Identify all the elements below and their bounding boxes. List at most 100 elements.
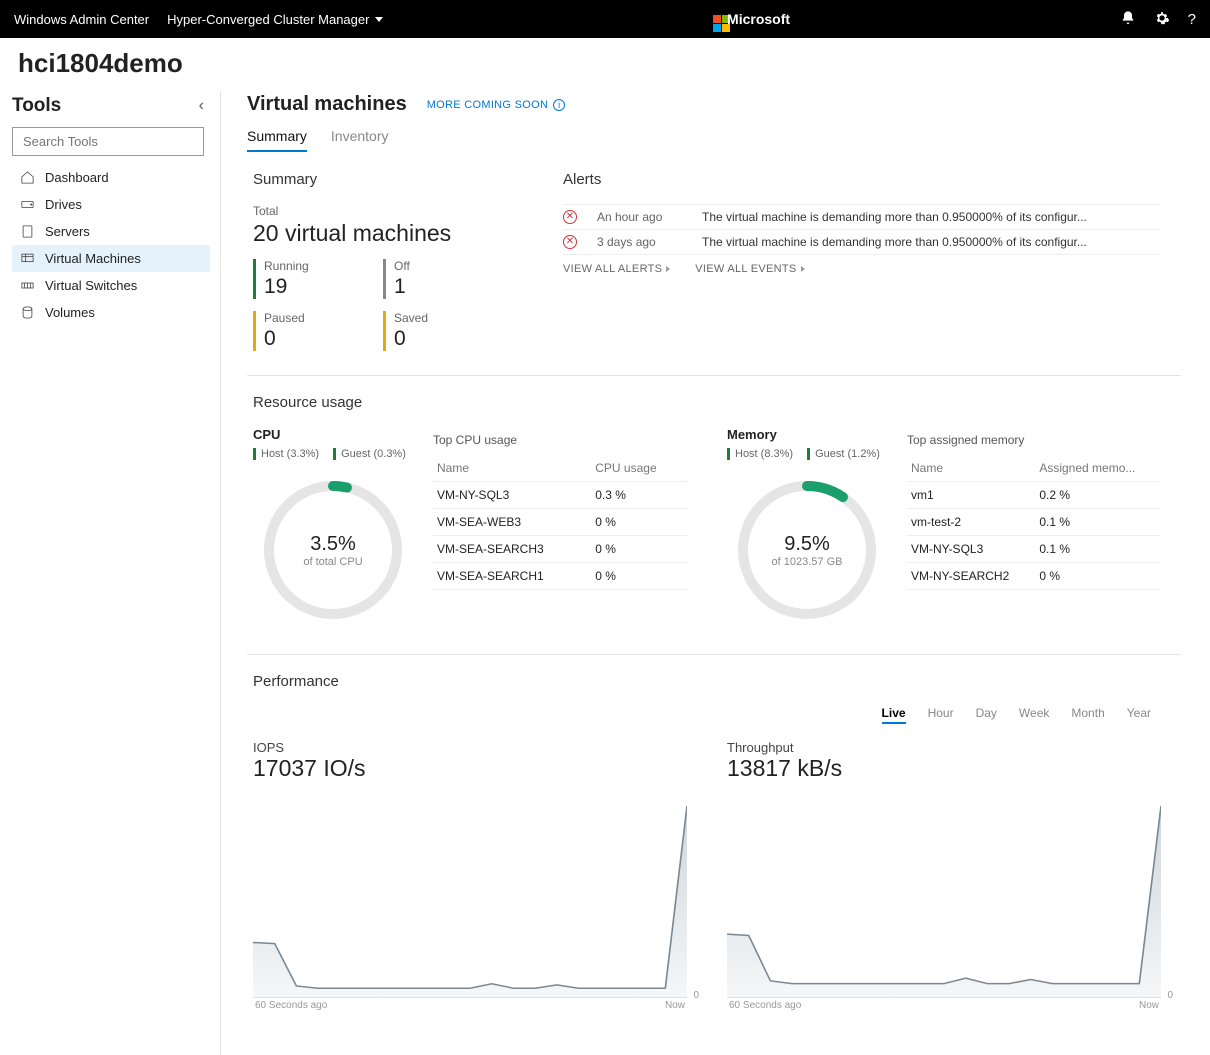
top-cpu-title: Top CPU usage [433, 427, 687, 447]
range-month[interactable]: Month [1071, 706, 1104, 724]
cpu-host-legend: Host (3.3%) [253, 448, 319, 460]
cell-val: 0.1 % [1035, 536, 1161, 563]
chevron-right-icon [801, 266, 805, 272]
summary-heading: Summary [253, 171, 523, 188]
vm-icon [20, 251, 35, 266]
table-row[interactable]: VM-NY-SQL30.1 % [907, 536, 1161, 563]
chevron-right-icon [666, 266, 670, 272]
x-start: 60 Seconds ago [255, 1000, 327, 1011]
settings-gear-icon[interactable] [1154, 10, 1170, 29]
stat-value: 1 [394, 275, 410, 299]
alert-row[interactable]: ✕ 3 days ago The virtual machine is dema… [563, 230, 1161, 255]
notifications-icon[interactable] [1120, 10, 1136, 29]
x-end: Now [1139, 1000, 1159, 1011]
tab-summary[interactable]: Summary [247, 128, 307, 152]
more-coming-soon-link[interactable]: MORE COMING SOON i [427, 99, 566, 111]
range-year[interactable]: Year [1127, 706, 1151, 724]
link-text: VIEW ALL ALERTS [563, 263, 662, 275]
nav-virtual-switches[interactable]: Virtual Switches [12, 272, 210, 299]
link-text: VIEW ALL EVENTS [695, 263, 796, 275]
brand: Microsoft [383, 11, 1119, 27]
alert-time: 3 days ago [597, 235, 682, 249]
col-name: Name [433, 455, 591, 482]
nav-virtual-machines[interactable]: Virtual Machines [12, 245, 210, 272]
view-all-alerts-link[interactable]: VIEW ALL ALERTS [563, 263, 670, 275]
cell-val: 0 % [591, 509, 687, 536]
table-row[interactable]: VM-NY-SEARCH20 % [907, 563, 1161, 590]
total-value: 20 virtual machines [253, 220, 523, 247]
context-dropdown[interactable]: Hyper-Converged Cluster Manager [167, 12, 383, 27]
resource-usage-section: Resource usage CPU Host (3.3%) Guest (0.… [247, 375, 1181, 654]
table-row[interactable]: VM-SEA-SEARCH30 % [433, 536, 687, 563]
table-row[interactable]: vm-test-20.1 % [907, 509, 1161, 536]
nav-label: Servers [45, 224, 90, 239]
table-row[interactable]: VM-NY-SQL30.3 % [433, 482, 687, 509]
cell-val: 0 % [591, 563, 687, 590]
cell-name: VM-SEA-SEARCH3 [433, 536, 591, 563]
error-icon: ✕ [563, 235, 577, 249]
tab-inventory[interactable]: Inventory [331, 128, 389, 152]
range-live[interactable]: Live [882, 706, 906, 724]
cell-name: vm1 [907, 482, 1035, 509]
top-mem-table: NameAssigned memo... vm10.2 % vm-test-20… [907, 455, 1161, 590]
table-row[interactable]: vm10.2 % [907, 482, 1161, 509]
throughput-chart: 0 [727, 798, 1161, 998]
stat-value: 0 [264, 327, 363, 351]
cell-name: VM-NY-SQL3 [433, 482, 591, 509]
cell-val: 0.2 % [1035, 482, 1161, 509]
cpu-title: CPU [253, 427, 413, 442]
resource-heading: Resource usage [253, 394, 1161, 411]
context-label: Hyper-Converged Cluster Manager [167, 12, 369, 27]
cell-name: VM-NY-SEARCH2 [907, 563, 1035, 590]
cell-name: vm-test-2 [907, 509, 1035, 536]
range-hour[interactable]: Hour [928, 706, 954, 724]
home-icon [20, 170, 35, 185]
tools-sidebar: Tools ‹ Dashboard Drives Servers Virtual… [0, 91, 218, 1055]
main-content: Virtual machines MORE COMING SOON i Summ… [221, 91, 1181, 1055]
stat-label: Off [394, 259, 410, 273]
chevron-down-icon [375, 17, 383, 22]
tools-heading: Tools [12, 95, 61, 117]
nav-drives[interactable]: Drives [12, 191, 210, 218]
x-end: Now [665, 1000, 685, 1011]
cluster-name: hci1804demo [18, 48, 183, 78]
range-week[interactable]: Week [1019, 706, 1049, 724]
mem-guest-legend: Guest (1.2%) [807, 448, 880, 460]
tools-search[interactable] [12, 127, 204, 156]
tools-search-input[interactable] [21, 133, 201, 150]
iops-label: IOPS [253, 740, 687, 755]
alert-message: The virtual machine is demanding more th… [702, 210, 1161, 224]
col-val: CPU usage [591, 455, 687, 482]
table-row[interactable]: VM-SEA-SEARCH10 % [433, 563, 687, 590]
stat-value: 0 [394, 327, 428, 351]
top-cpu-table: NameCPU usage VM-NY-SQL30.3 % VM-SEA-WEB… [433, 455, 687, 590]
stat-label: Paused [264, 311, 363, 325]
throughput-value: 13817 kB/s [727, 755, 1161, 782]
stat-saved: Saved 0 [383, 311, 428, 351]
memory-donut: 9.5% of 1023.57 GB [727, 470, 887, 630]
mem-donut-sub: of 1023.57 GB [772, 556, 843, 568]
table-row[interactable]: VM-SEA-WEB30 % [433, 509, 687, 536]
throughput-card: Throughput 13817 kB/s 0 60 Seconds ago N… [727, 740, 1161, 1011]
help-icon[interactable]: ? [1188, 11, 1196, 28]
server-icon [20, 224, 35, 239]
memory-title: Memory [727, 427, 887, 442]
app-name[interactable]: Windows Admin Center [14, 12, 149, 27]
view-all-events-link[interactable]: VIEW ALL EVENTS [695, 263, 804, 275]
performance-heading: Performance [253, 673, 1161, 690]
collapse-sidebar-icon[interactable]: ‹ [199, 97, 204, 115]
alert-row[interactable]: ✕ An hour ago The virtual machine is dem… [563, 204, 1161, 230]
cluster-title-bar: hci1804demo [0, 38, 1210, 91]
nav-label: Virtual Machines [45, 251, 141, 266]
mem-donut-value: 9.5% [784, 533, 830, 556]
nav-volumes[interactable]: Volumes [12, 299, 210, 326]
range-day[interactable]: Day [976, 706, 997, 724]
nav-servers[interactable]: Servers [12, 218, 210, 245]
nav-label: Virtual Switches [45, 278, 137, 293]
nav-dashboard[interactable]: Dashboard [12, 164, 210, 191]
stat-label: Saved [394, 311, 428, 325]
cpu-donut-sub: of total CPU [303, 556, 362, 568]
time-range-picker: Live Hour Day Week Month Year [253, 706, 1151, 724]
y-zero: 0 [693, 990, 699, 1001]
iops-value: 17037 IO/s [253, 755, 687, 782]
